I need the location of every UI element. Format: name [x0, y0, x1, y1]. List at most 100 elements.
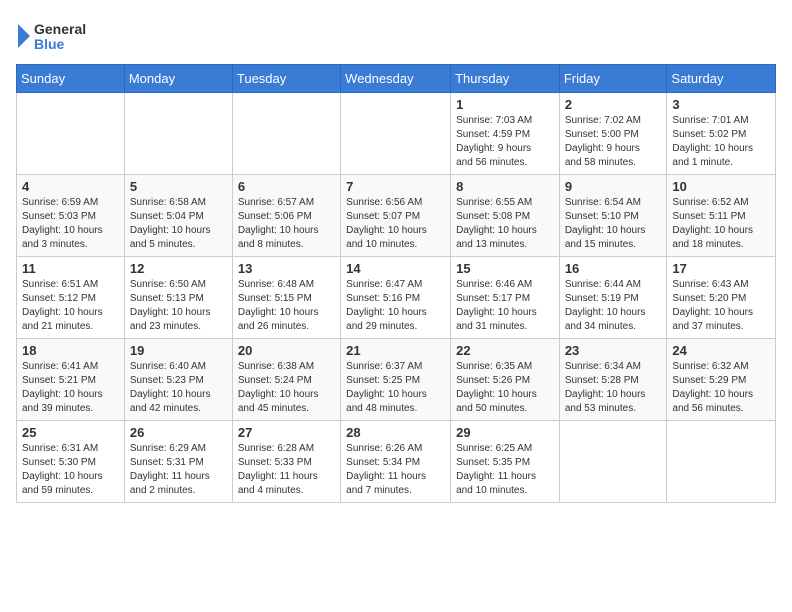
day-number: 24	[672, 343, 770, 358]
day-info: Sunrise: 6:59 AM Sunset: 5:03 PM Dayligh…	[22, 196, 119, 252]
day-number: 1	[456, 97, 554, 112]
day-number: 19	[130, 343, 227, 358]
calendar-cell: 27 Sunrise: 6:28 AM Sunset: 5:33 PM Dayli…	[232, 421, 340, 503]
svg-text:Blue: Blue	[34, 36, 65, 52]
calendar-cell: 14 Sunrise: 6:47 AM Sunset: 5:16 PM Dayli…	[341, 257, 451, 339]
day-info: Sunrise: 6:55 AM Sunset: 5:08 PM Dayligh…	[456, 196, 554, 252]
calendar-day-header: Thursday	[451, 65, 560, 93]
calendar-cell: 7Sunrise: 6:56 AM Sunset: 5:07 PM Daylig…	[341, 175, 451, 257]
day-info: Sunrise: 7:02 AM Sunset: 5:00 PM Dayligh…	[565, 114, 662, 170]
calendar-cell	[17, 93, 125, 175]
day-info: Sunrise: 6:34 AM Sunset: 5:28 PM Dayligh…	[565, 360, 662, 416]
day-number: 2	[565, 97, 662, 112]
calendar-cell	[124, 93, 232, 175]
day-info: Sunrise: 7:03 AM Sunset: 4:59 PM Dayligh…	[456, 114, 554, 170]
calendar-cell: 16 Sunrise: 6:44 AM Sunset: 5:19 PM Dayli…	[559, 257, 667, 339]
day-info: Sunrise: 6:50 AM Sunset: 5:13 PM Dayligh…	[130, 278, 227, 334]
day-info: Sunrise: 6:43 AM Sunset: 5:20 PM Dayligh…	[672, 278, 770, 334]
day-number: 4	[22, 179, 119, 194]
calendar-cell: 6 Sunrise: 6:57 AM Sunset: 5:06 PM Daylig…	[232, 175, 340, 257]
day-number: 26	[130, 425, 227, 440]
day-info: Sunrise: 7:01 AM Sunset: 5:02 PM Dayligh…	[672, 114, 770, 170]
day-info: Sunrise: 6:47 AM Sunset: 5:16 PM Dayligh…	[346, 278, 445, 334]
day-info: Sunrise: 6:44 AM Sunset: 5:19 PM Dayligh…	[565, 278, 662, 334]
calendar-day-header: Saturday	[667, 65, 776, 93]
calendar-cell: 24 Sunrise: 6:32 AM Sunset: 5:29 PM Dayli…	[667, 339, 776, 421]
calendar-cell: 1 Sunrise: 7:03 AM Sunset: 4:59 PM Daylig…	[451, 93, 560, 175]
logo: GeneralBlue	[16, 16, 96, 56]
day-number: 27	[238, 425, 335, 440]
calendar-cell: 2 Sunrise: 7:02 AM Sunset: 5:00 PM Daylig…	[559, 93, 667, 175]
calendar-cell: 17 Sunrise: 6:43 AM Sunset: 5:20 PM Dayli…	[667, 257, 776, 339]
day-number: 13	[238, 261, 335, 276]
calendar-day-header: Tuesday	[232, 65, 340, 93]
calendar-cell: 11 Sunrise: 6:51 AM Sunset: 5:12 PM Dayli…	[17, 257, 125, 339]
calendar-cell: 13 Sunrise: 6:48 AM Sunset: 5:15 PM Dayli…	[232, 257, 340, 339]
day-info: Sunrise: 6:26 AM Sunset: 5:34 PM Dayligh…	[346, 442, 445, 498]
day-number: 16	[565, 261, 662, 276]
day-number: 11	[22, 261, 119, 276]
calendar-table: SundayMondayTuesdayWednesdayThursdayFrid…	[16, 64, 776, 503]
calendar-body: 1 Sunrise: 7:03 AM Sunset: 4:59 PM Daylig…	[17, 93, 776, 503]
day-number: 3	[672, 97, 770, 112]
day-info: Sunrise: 6:48 AM Sunset: 5:15 PM Dayligh…	[238, 278, 335, 334]
day-number: 6	[238, 179, 335, 194]
day-info: Sunrise: 6:37 AM Sunset: 5:25 PM Dayligh…	[346, 360, 445, 416]
day-number: 9	[565, 179, 662, 194]
day-info: Sunrise: 6:51 AM Sunset: 5:12 PM Dayligh…	[22, 278, 119, 334]
day-info: Sunrise: 6:57 AM Sunset: 5:06 PM Dayligh…	[238, 196, 335, 252]
calendar-cell	[559, 421, 667, 503]
calendar-week-row: 18 Sunrise: 6:41 AM Sunset: 5:21 PM Dayli…	[17, 339, 776, 421]
calendar-week-row: 1 Sunrise: 7:03 AM Sunset: 4:59 PM Daylig…	[17, 93, 776, 175]
day-info: Sunrise: 6:38 AM Sunset: 5:24 PM Dayligh…	[238, 360, 335, 416]
day-number: 7	[346, 179, 445, 194]
day-number: 28	[346, 425, 445, 440]
calendar-cell: 26 Sunrise: 6:29 AM Sunset: 5:31 PM Dayli…	[124, 421, 232, 503]
calendar-cell: 15Sunrise: 6:46 AM Sunset: 5:17 PM Dayli…	[451, 257, 560, 339]
day-number: 17	[672, 261, 770, 276]
calendar-cell: 21 Sunrise: 6:37 AM Sunset: 5:25 PM Dayli…	[341, 339, 451, 421]
calendar-cell: 12 Sunrise: 6:50 AM Sunset: 5:13 PM Dayli…	[124, 257, 232, 339]
day-number: 18	[22, 343, 119, 358]
calendar-cell: 5 Sunrise: 6:58 AM Sunset: 5:04 PM Daylig…	[124, 175, 232, 257]
day-info: Sunrise: 6:29 AM Sunset: 5:31 PM Dayligh…	[130, 442, 227, 498]
day-number: 14	[346, 261, 445, 276]
day-number: 8	[456, 179, 554, 194]
logo-svg: GeneralBlue	[16, 16, 96, 56]
calendar-week-row: 4 Sunrise: 6:59 AM Sunset: 5:03 PM Daylig…	[17, 175, 776, 257]
day-info: Sunrise: 6:28 AM Sunset: 5:33 PM Dayligh…	[238, 442, 335, 498]
calendar-cell: 23Sunrise: 6:34 AM Sunset: 5:28 PM Dayli…	[559, 339, 667, 421]
day-number: 5	[130, 179, 227, 194]
day-number: 29	[456, 425, 554, 440]
calendar-cell: 29 Sunrise: 6:25 AM Sunset: 5:35 PM Dayli…	[451, 421, 560, 503]
svg-text:General: General	[34, 21, 86, 37]
calendar-cell: 3 Sunrise: 7:01 AM Sunset: 5:02 PM Daylig…	[667, 93, 776, 175]
calendar-cell: 19 Sunrise: 6:40 AM Sunset: 5:23 PM Dayli…	[124, 339, 232, 421]
calendar-cell: 18 Sunrise: 6:41 AM Sunset: 5:21 PM Dayli…	[17, 339, 125, 421]
day-info: Sunrise: 6:54 AM Sunset: 5:10 PM Dayligh…	[565, 196, 662, 252]
calendar-day-header: Wednesday	[341, 65, 451, 93]
day-number: 20	[238, 343, 335, 358]
day-info: Sunrise: 6:52 AM Sunset: 5:11 PM Dayligh…	[672, 196, 770, 252]
day-number: 10	[672, 179, 770, 194]
calendar-cell: 28 Sunrise: 6:26 AM Sunset: 5:34 PM Dayli…	[341, 421, 451, 503]
day-info: Sunrise: 6:40 AM Sunset: 5:23 PM Dayligh…	[130, 360, 227, 416]
day-info: Sunrise: 6:41 AM Sunset: 5:21 PM Dayligh…	[22, 360, 119, 416]
calendar-week-row: 11 Sunrise: 6:51 AM Sunset: 5:12 PM Dayli…	[17, 257, 776, 339]
calendar-cell	[341, 93, 451, 175]
calendar-day-header: Monday	[124, 65, 232, 93]
calendar-cell	[667, 421, 776, 503]
day-info: Sunrise: 6:35 AM Sunset: 5:26 PM Dayligh…	[456, 360, 554, 416]
calendar-cell: 4 Sunrise: 6:59 AM Sunset: 5:03 PM Daylig…	[17, 175, 125, 257]
day-number: 21	[346, 343, 445, 358]
calendar-cell: 9 Sunrise: 6:54 AM Sunset: 5:10 PM Daylig…	[559, 175, 667, 257]
calendar-cell: 20 Sunrise: 6:38 AM Sunset: 5:24 PM Dayli…	[232, 339, 340, 421]
day-info: Sunrise: 6:31 AM Sunset: 5:30 PM Dayligh…	[22, 442, 119, 498]
day-info: Sunrise: 6:25 AM Sunset: 5:35 PM Dayligh…	[456, 442, 554, 498]
day-info: Sunrise: 6:58 AM Sunset: 5:04 PM Dayligh…	[130, 196, 227, 252]
calendar-cell	[232, 93, 340, 175]
calendar-day-header: Friday	[559, 65, 667, 93]
page-header: GeneralBlue	[16, 16, 776, 56]
day-number: 12	[130, 261, 227, 276]
day-info: Sunrise: 6:32 AM Sunset: 5:29 PM Dayligh…	[672, 360, 770, 416]
